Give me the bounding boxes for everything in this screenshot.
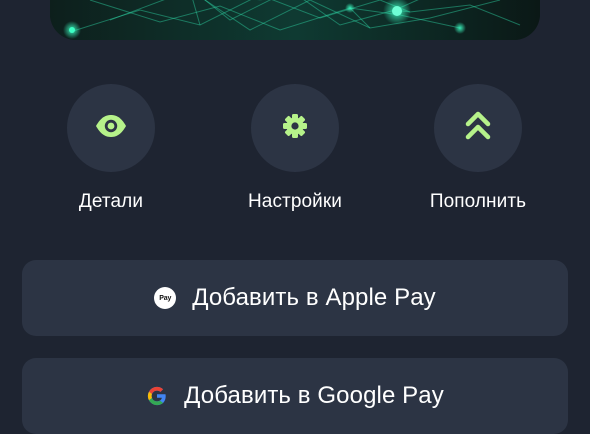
details-label: Детали <box>78 191 144 212</box>
double-chevron-up-icon <box>464 110 492 147</box>
add-to-google-pay-button[interactable]: Добавить в Google Pay <box>22 358 568 434</box>
details-button[interactable] <box>67 84 155 172</box>
eye-icon <box>93 108 129 149</box>
apple-pay-icon: Pay <box>154 287 177 309</box>
gear-icon <box>281 112 309 145</box>
add-to-apple-pay-button[interactable]: Pay Добавить в Apple Pay <box>22 260 568 336</box>
details-action[interactable]: Детали <box>36 84 186 213</box>
card-preview[interactable] <box>50 0 540 40</box>
settings-action[interactable]: Настройки <box>220 84 370 213</box>
apple-pay-badge-text: Pay <box>159 294 172 302</box>
quick-actions: Детали Настройки Пополнить <box>0 84 590 214</box>
network-pattern-graphic <box>50 0 540 40</box>
google-g-icon <box>146 385 168 407</box>
settings-button[interactable] <box>251 84 339 172</box>
topup-action[interactable]: Пополнить <box>403 84 553 213</box>
settings-label: Настройки <box>247 191 343 212</box>
topup-button[interactable] <box>434 84 522 172</box>
apple-pay-label: Добавить в Apple Pay <box>192 284 436 311</box>
topup-label: Пополнить <box>429 191 527 212</box>
google-pay-label: Добавить в Google Pay <box>184 382 444 409</box>
